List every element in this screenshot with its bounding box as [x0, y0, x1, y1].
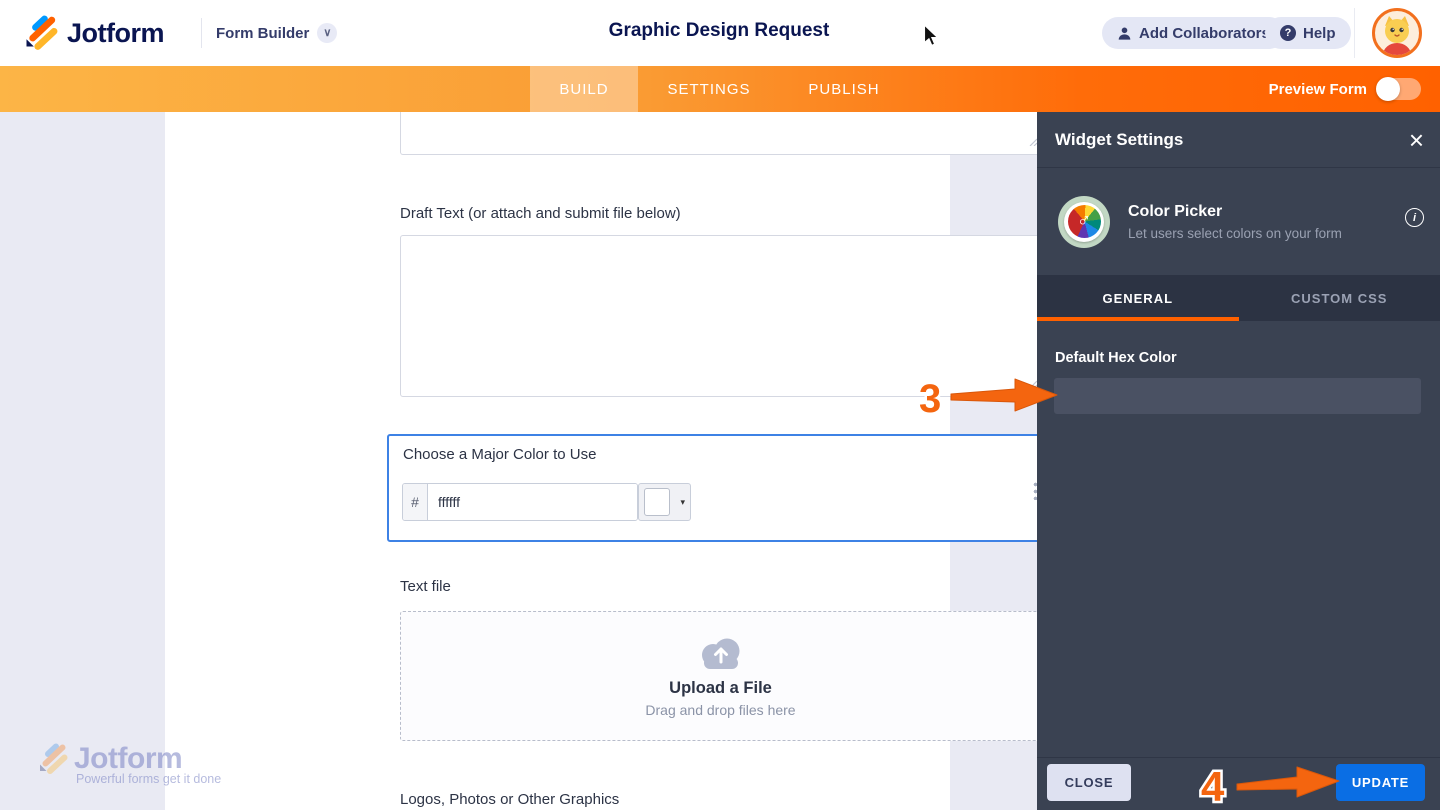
add-collaborators-button[interactable]: Add Collaborators — [1102, 17, 1285, 49]
builder-tabs: BUILD SETTINGS PUBLISH — [530, 66, 908, 112]
tab-publish[interactable]: PUBLISH — [780, 66, 908, 112]
hex-prefix: # — [403, 484, 428, 520]
preview-form-toggle[interactable] — [1377, 78, 1421, 100]
add-collaborators-label: Add Collaborators — [1139, 25, 1270, 42]
form-title[interactable]: Graphic Design Request — [609, 20, 830, 42]
help-button[interactable]: ? Help — [1265, 17, 1351, 49]
caret-down-icon: ▾ — [680, 497, 685, 508]
preview-form-control: Preview Form — [1269, 66, 1421, 112]
jotform-logo-icon — [22, 15, 58, 51]
logos-label: Logos, Photos or Other Graphics — [400, 791, 619, 808]
jotform-form-builder: Jotform Form Builder ∨ Graphic Design Re… — [0, 0, 1440, 810]
panel-tabs: GENERAL CUSTOM CSS — [1037, 275, 1440, 321]
user-icon — [1117, 26, 1132, 41]
close-icon[interactable]: × — [1409, 127, 1424, 153]
toggle-knob — [1376, 77, 1400, 101]
panel-title: Widget Settings — [1055, 130, 1183, 150]
tab-build[interactable]: BUILD — [530, 66, 638, 112]
app-name-label: Form Builder — [216, 25, 309, 42]
male-symbol-icon: ♂ — [1077, 210, 1091, 232]
text-file-label: Text file — [400, 578, 451, 595]
widget-settings-panel: Widget Settings × ♂ Color Picker Let use… — [1037, 112, 1440, 810]
color-picker-widget-icon: ♂ — [1058, 196, 1110, 248]
jotform-watermark-icon — [36, 743, 68, 775]
jotform-logo[interactable]: Jotform — [22, 15, 164, 51]
hex-input-group: # — [402, 483, 638, 521]
resize-handle-icon[interactable] — [1027, 375, 1037, 393]
hex-color-input[interactable] — [428, 484, 637, 520]
builder-nav-bar: BUILD SETTINGS PUBLISH Preview Form — [0, 66, 1440, 112]
draft-text-label: Draft Text (or attach and submit file be… — [400, 205, 681, 222]
widget-description: Let users select colors on your form — [1128, 226, 1405, 241]
top-header: Jotform Form Builder ∨ Graphic Design Re… — [0, 0, 1440, 66]
preview-form-label: Preview Form — [1269, 81, 1367, 98]
watermark-tagline: Powerful forms get it done — [76, 772, 221, 786]
panel-body: Default Hex Color — [1037, 321, 1440, 757]
chevron-down-icon: ∨ — [317, 23, 337, 43]
jotform-watermark: Jotform Powerful forms get it done — [36, 742, 221, 786]
hex-color-row: # ▾ — [402, 483, 691, 521]
upload-subtitle: Drag and drop files here — [645, 702, 795, 718]
brand-name: Jotform — [67, 18, 164, 49]
file-upload-dropzone[interactable]: Upload a File Drag and drop files here — [400, 611, 1041, 741]
panel-footer: CLOSE UPDATE — [1037, 757, 1440, 810]
avatar[interactable] — [1372, 8, 1422, 58]
help-label: Help — [1303, 25, 1336, 42]
color-picker-field-selected[interactable]: Choose a Major Color to Use # ▾ — [387, 434, 1054, 542]
watermark-brand: Jotform — [74, 742, 182, 776]
textarea-partial-top[interactable] — [400, 112, 1041, 155]
panel-header: Widget Settings × — [1037, 112, 1440, 168]
draft-text-textarea[interactable] — [400, 235, 1041, 397]
resize-handle-icon[interactable] — [1027, 133, 1037, 151]
update-button[interactable]: UPDATE — [1336, 764, 1425, 801]
close-button[interactable]: CLOSE — [1047, 764, 1131, 801]
color-swatch-dropdown[interactable]: ▾ — [638, 483, 691, 521]
upload-title: Upload a File — [669, 679, 772, 698]
tab-custom-css[interactable]: CUSTOM CSS — [1239, 275, 1440, 321]
mouse-cursor-icon — [920, 24, 942, 53]
widget-info-section: ♂ Color Picker Let users select colors o… — [1037, 168, 1440, 275]
info-icon[interactable]: i — [1405, 208, 1424, 227]
default-hex-color-label: Default Hex Color — [1055, 350, 1177, 366]
header-divider — [1354, 8, 1355, 58]
tab-general[interactable]: GENERAL — [1037, 275, 1239, 321]
widget-name: Color Picker — [1128, 203, 1405, 221]
help-icon: ? — [1280, 25, 1296, 41]
header-divider — [201, 18, 202, 48]
color-field-label: Choose a Major Color to Use — [403, 446, 596, 463]
tab-settings[interactable]: SETTINGS — [638, 66, 780, 112]
form-canvas: Draft Text (or attach and submit file be… — [165, 112, 950, 810]
app-switcher[interactable]: Form Builder ∨ — [216, 0, 337, 66]
upload-cloud-icon — [697, 635, 745, 669]
default-hex-color-input[interactable] — [1054, 378, 1421, 414]
color-swatch — [644, 488, 670, 516]
